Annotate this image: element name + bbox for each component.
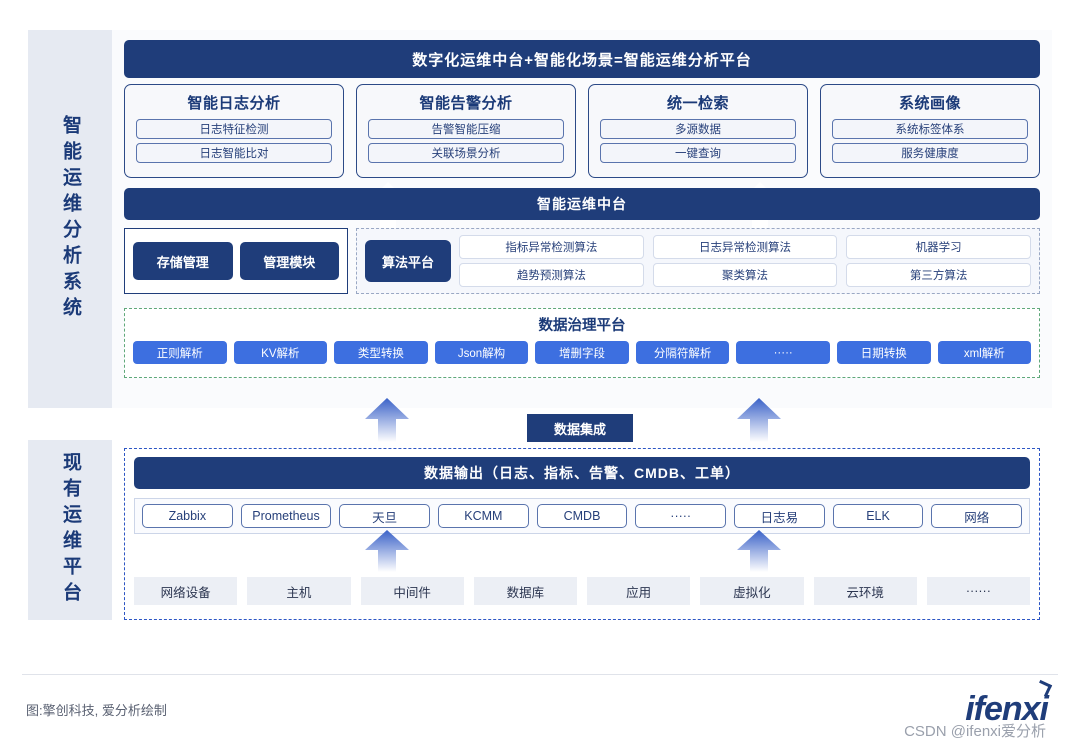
existing-platform-section: 数据输出（日志、指标、告警、CMDB、工单） Zabbix Prometheus…	[124, 448, 1040, 620]
upward-gradient-arrow-icon	[737, 530, 781, 572]
tool-chip[interactable]: Prometheus	[240, 504, 332, 528]
feature-card-item[interactable]: 告警智能压缩	[368, 119, 564, 139]
infrastructure-chip[interactable]: 应用	[587, 577, 691, 605]
infrastructure-row: 网络设备 主机 中间件 数据库 应用 虚拟化 云环境 ······	[134, 574, 1030, 608]
governance-tag-ellipsis[interactable]: ·····	[736, 341, 830, 364]
algorithm-column: 指标异常检测算法 趋势预测算法	[459, 235, 644, 287]
governance-tag[interactable]: Json解构	[434, 341, 529, 364]
governance-tag[interactable]: 分隔符解析	[635, 341, 730, 364]
feature-card[interactable]: 智能日志分析 日志特征检测 日志智能比对	[124, 84, 344, 178]
rail-lower-section: 现有运维平台	[28, 440, 112, 620]
data-governance-platform: 数据治理平台 正则解析 KV解析 类型转换 Json解构 增删字段 分隔符解析 …	[124, 308, 1040, 378]
management-module-chip[interactable]: 管理模块	[239, 242, 339, 280]
governance-tag[interactable]: KV解析	[233, 341, 328, 364]
storage-module-box: 存储管理 管理模块	[124, 228, 348, 294]
tool-chip[interactable]: 网络	[931, 504, 1023, 528]
tool-chip[interactable]: Zabbix	[142, 504, 233, 528]
algorithm-column: 机器学习 第三方算法	[846, 235, 1032, 287]
feature-card-item[interactable]: 系统标签体系	[832, 119, 1028, 139]
mid-platform-title: 智能运维中台	[124, 188, 1040, 220]
infrastructure-chip-ellipsis[interactable]: ······	[926, 577, 1030, 605]
tool-chip-ellipsis[interactable]: ·····	[635, 504, 727, 528]
algorithm-cell[interactable]: 机器学习	[846, 235, 1032, 259]
data-integration-chip[interactable]: 数据集成	[527, 414, 633, 442]
data-governance-tag-row: 正则解析 KV解析 类型转换 Json解构 增删字段 分隔符解析 ····· 日…	[133, 341, 1032, 364]
infrastructure-chip[interactable]: 中间件	[360, 577, 464, 605]
infrastructure-chip[interactable]: 数据库	[473, 577, 577, 605]
footer-divider	[22, 674, 1058, 675]
upward-gradient-arrow-icon	[737, 398, 781, 442]
governance-tag[interactable]: 日期转换	[836, 341, 931, 364]
infrastructure-chip[interactable]: 主机	[247, 577, 351, 605]
page-title: 数字化运维中台+智能化场景=智能运维分析平台	[124, 40, 1040, 78]
algorithm-column: 日志异常检测算法 聚类算法	[652, 235, 838, 287]
feature-card-item[interactable]: 日志特征检测	[136, 119, 332, 139]
feature-card[interactable]: 统一检索 多源数据 一键查询	[588, 84, 808, 178]
feature-card-item[interactable]: 日志智能比对	[136, 143, 332, 163]
tool-chip[interactable]: ELK	[832, 504, 924, 528]
infrastructure-chip[interactable]: 网络设备	[134, 577, 238, 605]
feature-card[interactable]: 系统画像 系统标签体系 服务健康度	[820, 84, 1040, 178]
algorithm-columns: 指标异常检测算法 趋势预测算法 日志异常检测算法 聚类算法 机器学习 第三方算法	[459, 235, 1032, 287]
feature-card-item[interactable]: 多源数据	[600, 119, 796, 139]
feature-card-title: 智能日志分析	[187, 95, 281, 112]
feature-card-title: 系统画像	[898, 95, 961, 112]
algorithm-cell[interactable]: 聚类算法	[652, 263, 838, 287]
feature-card-item[interactable]: 关联场景分析	[368, 143, 564, 163]
feature-card-item[interactable]: 一键查询	[600, 143, 796, 163]
feature-card[interactable]: 智能告警分析 告警智能压缩 关联场景分析	[356, 84, 576, 178]
footer-credit: 图:擎创科技, 爱分析绘制	[26, 703, 167, 718]
upward-gradient-arrow-icon	[365, 398, 409, 442]
infrastructure-chip[interactable]: 云环境	[813, 577, 917, 605]
feature-card-title: 统一检索	[666, 95, 729, 112]
upward-gradient-arrow-icon	[365, 530, 409, 572]
algorithm-cell[interactable]: 日志异常检测算法	[652, 235, 838, 259]
algorithm-cell[interactable]: 趋势预测算法	[459, 263, 644, 287]
algorithm-cell[interactable]: 第三方算法	[846, 263, 1032, 287]
storage-module-chip[interactable]: 存储管理	[133, 242, 233, 280]
tools-row: Zabbix Prometheus 天旦 KCMM CMDB ····· 日志易…	[134, 498, 1030, 534]
diagram-canvas: 智能运维分析系统 现有运维平台 数字化运维中台+智能化场景=智能运维分析平台 智…	[0, 0, 1080, 748]
tool-chip[interactable]: 日志易	[734, 504, 825, 528]
data-output-title: 数据输出（日志、指标、告警、CMDB、工单）	[134, 457, 1030, 489]
rail-lower-label: 现有运维平台	[59, 452, 81, 608]
rail-upper-section: 智能运维分析系统	[28, 30, 112, 408]
governance-tag[interactable]: xml解析	[937, 341, 1032, 364]
feature-card-row: 智能日志分析 日志特征检测 日志智能比对 智能告警分析 告警智能压缩 关联场景分…	[124, 84, 1040, 178]
governance-tag[interactable]: 类型转换	[334, 341, 428, 364]
data-governance-title: 数据治理平台	[538, 318, 626, 334]
feature-card-item[interactable]: 服务健康度	[832, 143, 1028, 163]
algorithm-cell[interactable]: 指标异常检测算法	[459, 235, 644, 259]
infrastructure-chip[interactable]: 虚拟化	[700, 577, 804, 605]
algorithm-platform-label[interactable]: 算法平台	[365, 240, 451, 282]
tool-chip[interactable]: KCMM	[438, 504, 529, 528]
module-row: 存储管理 管理模块 算法平台 指标异常检测算法 趋势预测算法 日志异常检测算法 …	[124, 228, 1040, 294]
governance-tag[interactable]: 增删字段	[535, 341, 629, 364]
governance-tag[interactable]: 正则解析	[133, 341, 227, 364]
tool-chip[interactable]: 天旦	[339, 504, 431, 528]
rail-upper-label: 智能运维分析系统	[59, 115, 81, 323]
csdn-watermark: CSDN @ifenxi爱分析	[904, 723, 1046, 740]
tool-chip[interactable]: CMDB	[536, 504, 628, 528]
algorithm-platform-area: 算法平台 指标异常检测算法 趋势预测算法 日志异常检测算法 聚类算法 机器学习 …	[356, 228, 1040, 294]
feature-card-title: 智能告警分析	[419, 95, 513, 112]
